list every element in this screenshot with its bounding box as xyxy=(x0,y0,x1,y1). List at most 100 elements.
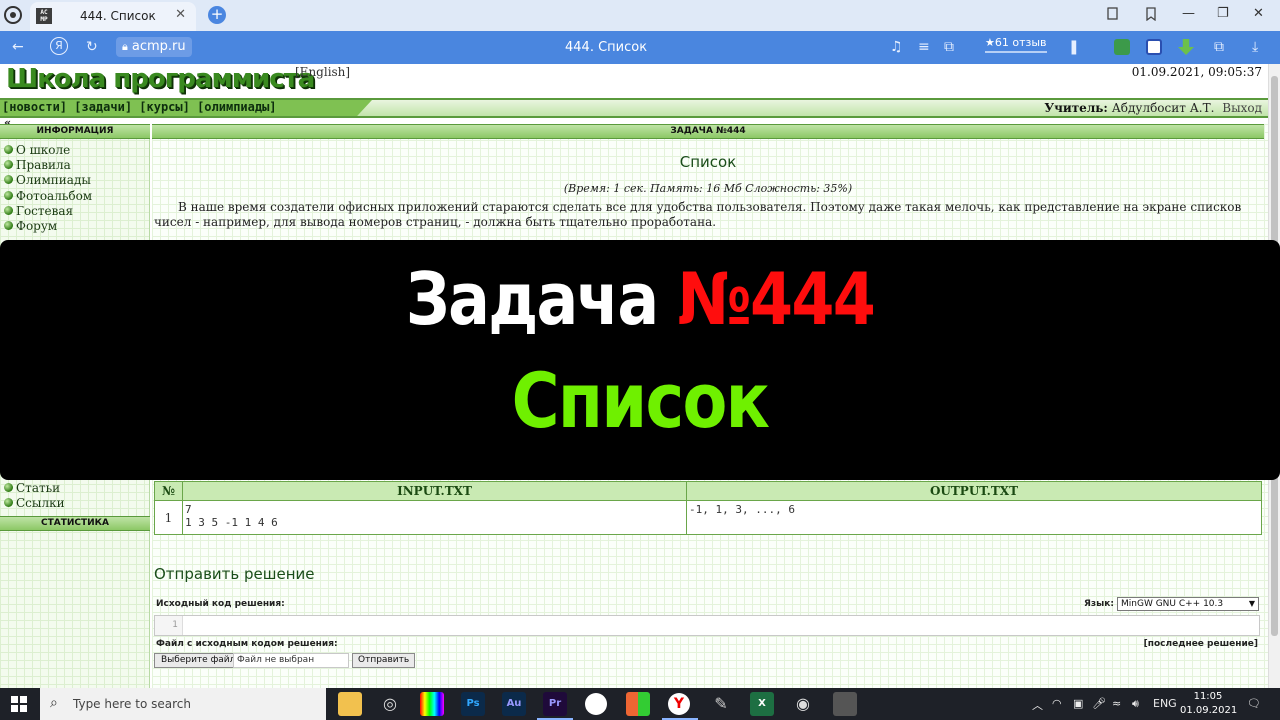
tray-chevron-icon[interactable]: ︿ xyxy=(1032,697,1043,713)
sidebar-item-photos[interactable]: Фотоальбом xyxy=(4,189,92,203)
maximize-button[interactable]: ❐ xyxy=(1217,6,1229,21)
banner-subtitle: Список xyxy=(511,356,770,445)
chevron-down-icon: ▼ xyxy=(1248,599,1255,608)
color-app-icon[interactable] xyxy=(420,692,444,716)
excel-icon[interactable]: X xyxy=(750,692,774,716)
search-icon: ⌕ xyxy=(50,695,58,711)
yandex-icon[interactable]: Я xyxy=(50,37,68,55)
browser-tab[interactable]: AC MP 444. Список ✕ xyxy=(30,2,196,31)
volume-icon[interactable]: 🔊︎ xyxy=(1132,697,1139,711)
clock-time: 11:05 xyxy=(1193,691,1223,702)
page-title: 444. Список xyxy=(565,40,648,55)
bookmark-icon[interactable] xyxy=(1144,7,1158,21)
logout-link[interactable]: Выход xyxy=(1222,101,1262,115)
download-extension-icon[interactable] xyxy=(1178,39,1194,55)
headphones-icon[interactable]: ♫ xyxy=(890,39,903,55)
extension-flag-icon[interactable] xyxy=(1146,39,1162,55)
calculator-icon[interactable] xyxy=(833,692,857,716)
example-number: 1 xyxy=(154,500,183,535)
audition-icon[interactable]: Au xyxy=(502,692,526,716)
table-header-input: INPUT.TXT xyxy=(182,481,687,501)
browser-tab-bar: AC MP 444. Список ✕ + — ❐ ✕ xyxy=(0,0,1280,31)
taskbar-search[interactable]: ⌕ Type here to search xyxy=(40,688,326,720)
menu-links[interactable]: [новости] [задачи] [курсы] [олимпиады] xyxy=(2,100,277,114)
teacher-name[interactable]: Абдулбосит А.Т. xyxy=(1112,101,1215,115)
photoshop-icon[interactable]: Ps xyxy=(461,692,485,716)
clock-app-icon[interactable] xyxy=(585,693,607,715)
notifications-icon[interactable]: 🗨︎ xyxy=(1247,697,1261,710)
back-arrow-icon[interactable]: ← xyxy=(12,39,24,55)
source-code-editor[interactable]: 1 xyxy=(154,615,1260,636)
sidebar-item-forum[interactable]: Форум xyxy=(4,219,57,233)
bullet-icon xyxy=(4,221,13,230)
tab-close-icon[interactable]: ✕ xyxy=(175,7,186,22)
language-indicator[interactable]: ENG xyxy=(1153,697,1177,710)
network-icon[interactable]: ◠ xyxy=(1052,697,1062,710)
game-icon[interactable] xyxy=(626,692,650,716)
windows-start-icon[interactable] xyxy=(11,696,27,712)
browser-logo-icon[interactable] xyxy=(4,6,22,24)
sidebar-item-articles[interactable]: Статьи xyxy=(4,481,60,495)
task-title: Список xyxy=(679,153,737,171)
file-name-field: Файл не выбран xyxy=(233,653,349,668)
microphone-icon[interactable]: 🎤︎ xyxy=(1092,697,1106,710)
premiere-icon[interactable]: Pr xyxy=(543,692,567,716)
obs-icon[interactable]: ◉ xyxy=(791,692,815,716)
extension-shield-icon[interactable] xyxy=(1114,39,1130,55)
teacher-info: Учитель: Абдулбосит А.Т. Выход xyxy=(1044,101,1262,115)
tab-favicon-icon: AC MP xyxy=(36,8,52,24)
table-header-num: № xyxy=(154,481,183,501)
site-logo[interactable]: Школа программиста xyxy=(6,64,315,94)
reviews-badge[interactable]: ★61 отзыв xyxy=(985,36,1047,53)
banner-word: Задача xyxy=(405,257,659,341)
url-text: acmp.ru xyxy=(131,39,186,54)
obs-like-icon[interactable]: ◎ xyxy=(378,692,402,716)
new-tab-button[interactable]: + xyxy=(208,6,226,24)
english-link[interactable]: [English] xyxy=(295,65,350,79)
main-menu: [новости] [задачи] [курсы] [олимпиады] У… xyxy=(0,98,1268,118)
sidebar-item-olympiads[interactable]: Олимпиады xyxy=(4,173,91,187)
collections-icon[interactable] xyxy=(1106,7,1120,21)
bullet-icon xyxy=(4,191,13,200)
taskbar-clock[interactable]: 11:05 01.09.2021 xyxy=(1180,690,1238,718)
teacher-label: Учитель: xyxy=(1044,101,1108,115)
bullet-icon xyxy=(4,175,13,184)
minimize-button[interactable]: — xyxy=(1182,6,1195,21)
tab-title: 444. Список xyxy=(80,9,156,23)
bullet-icon xyxy=(4,145,13,154)
table-header-output: OUTPUT.TXT xyxy=(686,481,1262,501)
bullet-icon xyxy=(4,160,13,169)
sidebar-item-links[interactable]: Ссылки xyxy=(4,496,65,510)
tray-app-icon[interactable]: ▣ xyxy=(1073,697,1083,710)
collections-nav-icon[interactable]: ⧉ xyxy=(1214,39,1224,55)
banner-number: №444 xyxy=(677,257,876,341)
downloads-icon[interactable]: ⤓ xyxy=(1252,39,1258,55)
reload-icon[interactable]: ↻ xyxy=(86,39,98,55)
lock-icon: 🔒︎ xyxy=(122,40,128,53)
close-window-button[interactable]: ✕ xyxy=(1253,6,1264,21)
sidebar-item-about[interactable]: О школе xyxy=(4,143,70,157)
file-explorer-icon[interactable] xyxy=(338,692,362,716)
last-solution-link[interactable]: [последнее решение] xyxy=(1144,639,1258,649)
wifi-icon[interactable]: ≈ xyxy=(1112,697,1121,710)
sidebar-item-rules[interactable]: Правила xyxy=(4,158,71,172)
sidebar-item-guestbook[interactable]: Гостевая xyxy=(4,204,73,218)
file-label: Файл с исходным кодом решения: xyxy=(156,639,338,649)
app-icon[interactable]: ✎ xyxy=(709,692,733,716)
send-button[interactable]: Отправить xyxy=(352,653,416,668)
table-header-row: № INPUT.TXT OUTPUT.TXT xyxy=(154,481,1262,501)
bullet-icon xyxy=(4,483,13,492)
choose-file-button[interactable]: Выберите файл xyxy=(154,653,243,668)
windows-taskbar: ⌕ Type here to search ◎ Ps Au Pr Y ✎ X ◉… xyxy=(0,688,1280,720)
sidebar-stats-header: СТАТИСТИКА xyxy=(0,516,150,531)
task-limits: (Время: 1 сек. Память: 16 Мб Сложность: … xyxy=(563,182,853,195)
language-select[interactable]: MinGW GNU C++ 10.3 ▼ xyxy=(1117,597,1259,611)
reader-icon[interactable]: ≡ xyxy=(918,39,930,55)
share-icon[interactable]: ⧉ xyxy=(944,39,954,55)
address-bar[interactable]: 🔒︎ acmp.ru xyxy=(116,37,192,57)
table-row: 1 7 1 3 5 -1 1 4 6 -1, 1, 3, ..., 6 xyxy=(154,500,1262,535)
language-label: Язык: xyxy=(1084,599,1115,609)
clock-date: 01.09.2021 xyxy=(1180,705,1238,716)
yandex-browser-icon[interactable]: Y xyxy=(668,693,690,715)
bookmark-star-icon[interactable]: ❚ xyxy=(1068,39,1080,55)
